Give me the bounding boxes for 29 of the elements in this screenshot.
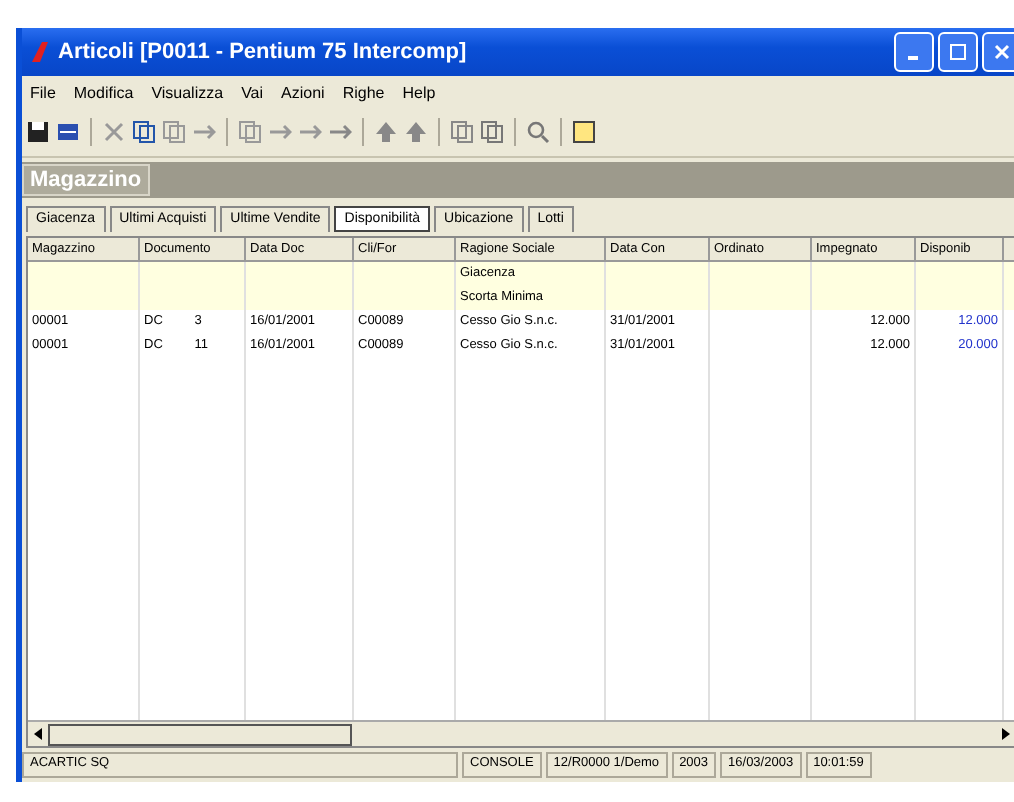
close-button[interactable]	[982, 32, 1014, 72]
window-title: Articoli [P0011 - Pentium 75 Intercomp]	[58, 40, 467, 64]
copy-icon[interactable]	[132, 120, 156, 144]
up-arrow-icon[interactable]	[374, 120, 398, 144]
save-icon[interactable]	[26, 120, 50, 144]
maximize-button[interactable]	[938, 32, 978, 72]
arrow-icon[interactable]	[268, 120, 292, 144]
copy-icon[interactable]	[450, 120, 474, 144]
arrow-icon[interactable]	[298, 120, 322, 144]
search-icon[interactable]	[526, 120, 550, 144]
menu-item[interactable]: Azioni	[281, 83, 325, 101]
menu-item[interactable]: Righe	[342, 83, 385, 101]
arrow-icon[interactable]	[192, 120, 216, 144]
arrow-icon[interactable]	[328, 120, 352, 144]
up-arrow-icon[interactable]	[404, 120, 428, 144]
panel-title: Magazzino	[22, 164, 150, 196]
maximize-icon	[950, 44, 966, 60]
scroll-right-icon[interactable]	[996, 724, 1014, 744]
menu-item[interactable]: Visualizza	[151, 83, 224, 101]
copy-icon[interactable]	[480, 120, 504, 144]
menu-item[interactable]: File	[30, 83, 56, 101]
close-icon	[994, 44, 1010, 60]
app-logo-icon	[30, 40, 50, 64]
minimize-button[interactable]	[894, 32, 934, 72]
menu-item[interactable]: Help	[402, 83, 436, 101]
horizontal-scrollbar[interactable]	[28, 720, 1014, 746]
menu-item[interactable]: Vai	[241, 83, 264, 101]
scrollbar-thumb[interactable]	[48, 723, 352, 745]
menu-item[interactable]: Modifica	[73, 83, 134, 101]
